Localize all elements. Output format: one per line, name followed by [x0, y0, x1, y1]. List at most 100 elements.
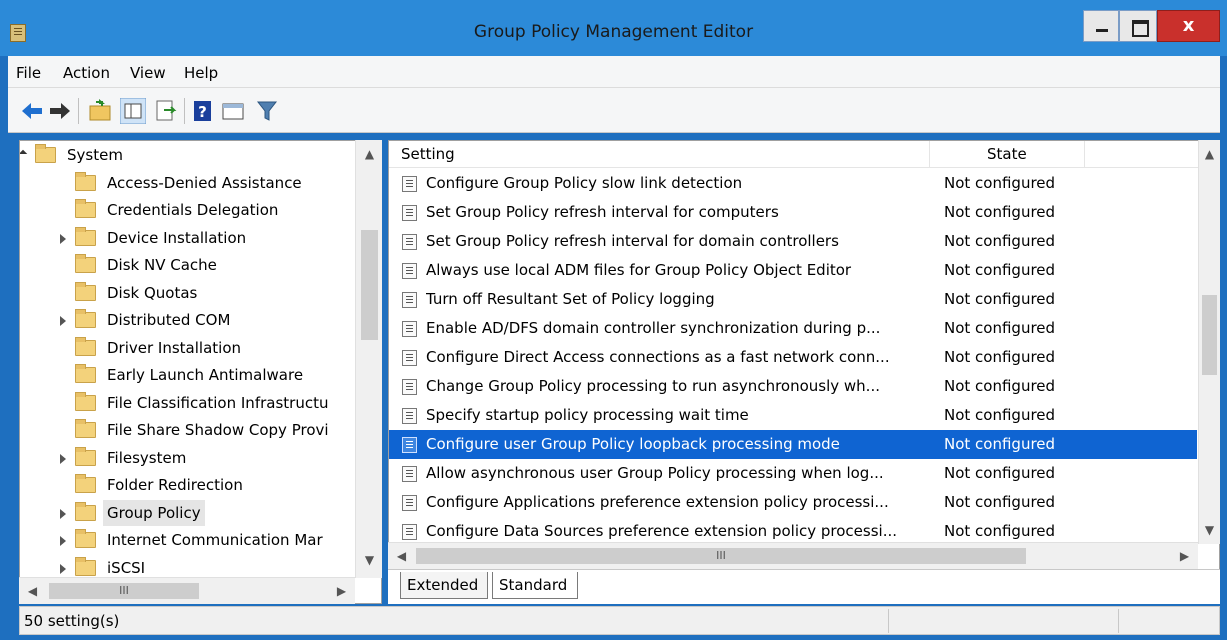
up-folder-icon[interactable] — [88, 98, 114, 124]
scroll-thumb[interactable]: III — [49, 583, 199, 599]
status-divider — [888, 609, 889, 633]
setting-state-cell: Not configured — [944, 232, 1056, 250]
tree-item-label: System — [67, 146, 123, 164]
column-divider[interactable] — [929, 141, 930, 168]
scroll-up-icon[interactable]: ▲ — [1196, 142, 1223, 166]
table-row[interactable]: Change Group Policy processing to run as… — [389, 372, 1197, 401]
tree-item[interactable]: File Classification Infrastructu — [20, 390, 360, 417]
setting-name-cell: Enable AD/DFS domain controller synchron… — [426, 319, 881, 337]
folder-icon — [75, 309, 96, 328]
policy-setting-icon — [402, 205, 417, 221]
menu-action[interactable]: Action — [63, 64, 110, 82]
menu-help[interactable]: Help — [184, 64, 218, 82]
tree-item[interactable]: Folder Redirection — [20, 472, 360, 499]
tree-item[interactable]: Early Launch Antimalware — [20, 362, 360, 389]
setting-state-cell: Not configured — [944, 464, 1056, 482]
tree-item-label: Internet Communication Mar — [107, 531, 323, 549]
export-list-icon[interactable] — [154, 98, 178, 124]
folder-icon — [75, 281, 96, 301]
tree-item[interactable]: Access-Denied Assistance — [20, 170, 360, 197]
table-row[interactable]: Configure Applications preference extens… — [389, 488, 1197, 517]
tree-horizontal-scrollbar[interactable]: ◀ III ▶ — [19, 577, 355, 604]
tree-item[interactable]: File Share Shadow Copy Provi — [20, 417, 360, 444]
list-vertical-scrollbar[interactable]: ▲ ▼ — [1198, 140, 1220, 544]
tree-item[interactable]: Internet Communication Mar — [20, 527, 360, 554]
back-icon[interactable] — [20, 98, 44, 124]
tree-item-label: Folder Redirection — [107, 476, 243, 494]
scroll-up-icon[interactable]: ▲ — [356, 142, 383, 166]
expand-arrow-icon[interactable] — [60, 536, 66, 546]
column-header-setting[interactable]: Setting — [401, 141, 455, 168]
setting-name-cell: Set Group Policy refresh interval for do… — [426, 232, 839, 250]
setting-state-cell: Not configured — [944, 348, 1056, 366]
maximize-button[interactable] — [1119, 10, 1157, 42]
properties-icon[interactable] — [220, 98, 246, 124]
tab-standard[interactable]: Standard — [492, 572, 578, 599]
setting-name-cell: Set Group Policy refresh interval for co… — [426, 203, 779, 221]
collapse-arrow-icon[interactable] — [20, 149, 28, 159]
expand-arrow-icon[interactable] — [60, 316, 66, 326]
expand-arrow-icon[interactable] — [60, 563, 66, 574]
column-divider[interactable] — [1084, 141, 1085, 168]
policy-setting-icon — [402, 234, 417, 250]
scroll-right-icon[interactable]: ▶ — [1171, 544, 1198, 568]
expand-arrow-icon[interactable] — [60, 508, 66, 519]
status-bar: 50 setting(s) — [19, 606, 1220, 635]
scroll-thumb[interactable]: III — [416, 548, 1026, 564]
table-row[interactable]: Allow asynchronous user Group Policy pro… — [389, 459, 1197, 488]
tree-item[interactable]: Driver Installation — [20, 335, 360, 362]
help-icon[interactable]: ? — [192, 98, 214, 124]
tree-item[interactable]: Distributed COM — [20, 307, 360, 334]
tree-item[interactable]: Group Policy — [20, 499, 360, 527]
tree-item[interactable]: Device Installation — [20, 225, 360, 252]
forward-icon[interactable] — [48, 98, 72, 124]
tree-item[interactable]: Filesystem — [20, 445, 360, 472]
list-header: Setting State — [389, 141, 1201, 168]
setting-state-cell: Not configured — [944, 203, 1056, 221]
menu-view[interactable]: View — [130, 64, 166, 82]
menu-file[interactable]: File — [16, 64, 41, 82]
tree-item[interactable]: Disk NV Cache — [20, 252, 360, 279]
folder-icon — [75, 226, 96, 246]
expand-arrow-icon[interactable] — [60, 453, 66, 464]
scroll-down-icon[interactable]: ▼ — [356, 548, 383, 572]
table-row[interactable]: Enable AD/DFS domain controller synchron… — [389, 314, 1197, 343]
policy-setting-icon — [402, 466, 417, 482]
table-row[interactable]: Always use local ADM files for Group Pol… — [389, 256, 1197, 285]
table-row[interactable]: Configure user Group Policy loopback pro… — [389, 430, 1197, 459]
filter-icon[interactable] — [256, 98, 278, 124]
tree-vertical-scrollbar[interactable]: ▲ ▼ — [355, 140, 382, 578]
tree-item-label: Group Policy — [103, 499, 205, 526]
minimize-button[interactable] — [1083, 10, 1119, 42]
setting-name-cell: Turn off Resultant Set of Policy logging — [426, 290, 715, 308]
setting-name-cell: Always use local ADM files for Group Pol… — [426, 261, 852, 279]
scroll-left-icon[interactable]: ◀ — [19, 579, 46, 603]
setting-state-cell: Not configured — [944, 290, 1056, 308]
tree-item[interactable]: System — [20, 142, 360, 169]
table-row[interactable]: Set Group Policy refresh interval for do… — [389, 227, 1197, 256]
folder-icon — [75, 501, 96, 521]
title-bar[interactable]: Group Policy Management Editor x — [0, 0, 1227, 56]
console-tree[interactable]: System Access-Denied Assistance Credential… — [19, 140, 382, 604]
tree-item[interactable]: Disk Quotas — [20, 280, 360, 307]
table-row[interactable]: Configure Group Policy slow link detecti… — [389, 169, 1197, 198]
close-button[interactable]: x — [1157, 10, 1220, 42]
toolbar-separator — [78, 98, 79, 124]
table-row[interactable]: Set Group Policy refresh interval for co… — [389, 198, 1197, 227]
scroll-thumb[interactable] — [361, 230, 378, 340]
scroll-down-icon[interactable]: ▼ — [1196, 518, 1223, 542]
show-hide-tree-icon[interactable] — [120, 98, 146, 124]
table-row[interactable]: Turn off Resultant Set of Policy logging… — [389, 285, 1197, 314]
table-row[interactable]: Specify startup policy processing wait t… — [389, 401, 1197, 430]
tab-extended[interactable]: Extended — [400, 572, 488, 599]
list-horizontal-scrollbar[interactable]: ◀ III ▶ — [388, 542, 1198, 569]
table-row[interactable]: Configure Direct Access connections as a… — [389, 343, 1197, 372]
scroll-left-icon[interactable]: ◀ — [388, 544, 415, 568]
policy-setting-icon — [402, 176, 417, 192]
expand-arrow-icon[interactable] — [60, 233, 66, 244]
tree-item[interactable]: Credentials Delegation — [20, 197, 360, 224]
tree-item-label: Early Launch Antimalware — [107, 366, 304, 384]
column-header-state[interactable]: State — [987, 141, 1027, 168]
scroll-right-icon[interactable]: ▶ — [328, 579, 355, 603]
scroll-thumb[interactable] — [1202, 295, 1217, 375]
